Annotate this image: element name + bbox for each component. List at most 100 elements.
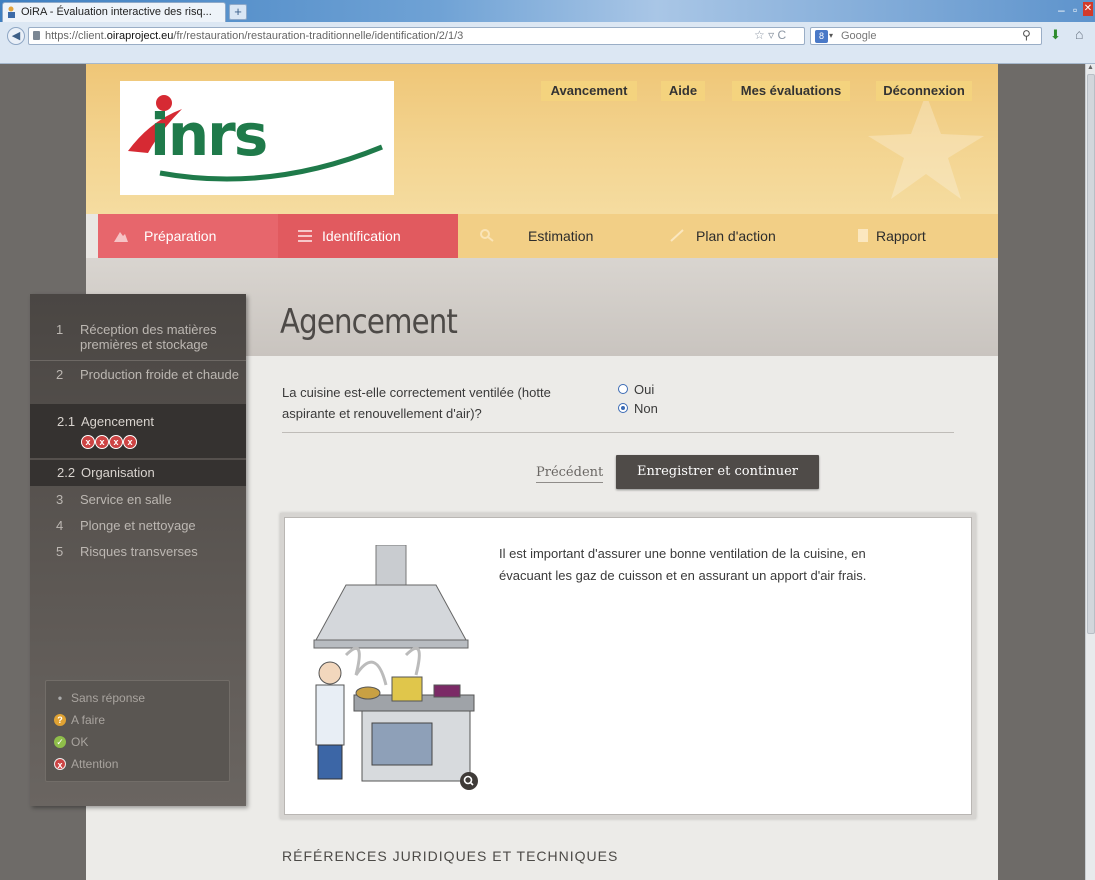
sidebar-item-label: Risques transverses: [80, 544, 198, 559]
radio-oui[interactable]: Oui: [618, 380, 658, 399]
sidebar-item-label: Plonge et nettoyage: [80, 518, 196, 533]
sidebar-navigation: 1 Réception des matières premières et st…: [30, 294, 246, 806]
address-bar[interactable]: https://client.oiraproject.eu/fr/restaur…: [28, 27, 805, 45]
bookmark-star-icon[interactable]: ☆ ▿ C: [754, 28, 786, 42]
sidebar-item-number: 5: [56, 544, 64, 559]
sidebar-item-service-en-salle[interactable]: 3 Service en salle: [30, 492, 246, 510]
answer-options: Oui Non: [618, 380, 658, 418]
sidebar-item-label: Agencement: [81, 414, 154, 429]
vertical-scrollbar[interactable]: ▲: [1085, 64, 1095, 880]
step-navigation: Préparation Identification Estimation Pl…: [98, 214, 998, 268]
divider: [282, 432, 954, 433]
sidebar-item-plonge[interactable]: 4 Plonge et nettoyage: [30, 518, 246, 536]
url-prefix: https://client.: [45, 30, 107, 42]
legend-item-a-faire: ? A faire: [54, 713, 105, 727]
legend-label: OK: [71, 735, 89, 749]
legend-label: Attention: [71, 757, 119, 771]
question-icon: ?: [54, 714, 66, 726]
search-engine-dropdown-icon[interactable]: ▾: [829, 28, 833, 44]
attention-icon: x: [81, 435, 95, 449]
legend-item-ok: ✓ OK: [54, 735, 88, 749]
step-identification[interactable]: Identification: [278, 214, 458, 268]
sidebar-item-label: Production froide et chaude: [80, 367, 239, 382]
sidebar-item-number: 2.2: [57, 465, 76, 480]
step-estimation[interactable]: Estimation: [458, 214, 638, 258]
logo-text: inrs: [150, 101, 266, 169]
attention-icon: x: [123, 435, 137, 449]
legend-item-sans-reponse: • Sans réponse: [54, 691, 145, 705]
attention-icon: x: [109, 435, 123, 449]
url-path: /fr/restauration/restauration-traditionn…: [173, 30, 464, 42]
sidebar-item-agencement[interactable]: 2.1 Agencement x x x x: [30, 404, 246, 458]
references-heading[interactable]: RÉFÉRENCES JURIDIQUES ET TECHNIQUES: [282, 848, 618, 864]
scrollbar-thumb[interactable]: [1087, 74, 1095, 634]
minimize-icon[interactable]: –: [1058, 2, 1065, 18]
page-title: Agencement: [280, 302, 458, 342]
home-icon[interactable]: ⌂: [1075, 26, 1083, 42]
save-and-continue-button[interactable]: Enregistrer et continuer: [616, 455, 819, 489]
info-panel: Il est important d'assurer une bonne ven…: [280, 513, 976, 819]
menu-aide[interactable]: Aide: [661, 81, 705, 101]
kitchen-hood-illustration[interactable]: [306, 544, 484, 791]
legend-label: Sans réponse: [71, 691, 146, 705]
restore-icon[interactable]: ▫: [1073, 2, 1077, 18]
question-text: La cuisine est-elle correctement ventilé…: [282, 385, 551, 421]
oira-favicon-icon: [8, 6, 15, 18]
sidebar-item-number: 3: [56, 492, 64, 507]
menu-mes-evaluations[interactable]: Mes évaluations: [732, 81, 850, 101]
menu-avancement[interactable]: Avancement: [541, 81, 637, 101]
search-magnifier-icon[interactable]: ⚲: [1022, 28, 1031, 42]
browser-tab[interactable]: OiRA - Évaluation interactive des risq..…: [2, 2, 226, 22]
attention-icon: x: [95, 435, 109, 449]
download-arrow-icon[interactable]: ⬇: [1050, 27, 1061, 43]
google-icon: 8: [815, 30, 828, 43]
sidebar-item-number: 2: [56, 367, 64, 382]
site-header: inrs Avancement Aide Mes évaluations Déc…: [86, 64, 998, 214]
new-tab-button[interactable]: +: [229, 4, 247, 20]
zoom-icon[interactable]: [460, 772, 478, 790]
reload-icon[interactable]: C: [777, 28, 786, 42]
pencil-icon: [670, 229, 684, 242]
scroll-up-icon[interactable]: ▲: [1087, 64, 1094, 71]
radio-non[interactable]: Non: [618, 399, 658, 418]
sidebar-item-label: Service en salle: [80, 492, 172, 507]
close-window-icon[interactable]: ✕: [1083, 2, 1093, 16]
sidebar-item-risques-transverses[interactable]: 5 Risques transverses: [30, 544, 246, 562]
back-arrow-icon[interactable]: ◀: [7, 27, 25, 45]
radio-circle-icon[interactable]: [618, 384, 628, 394]
step-label: Préparation: [144, 228, 217, 244]
sidebar-item-production[interactable]: 2 Production froide et chaude: [30, 367, 246, 401]
cross-icon: x: [54, 758, 66, 770]
menu-deconnexion[interactable]: Déconnexion: [876, 81, 972, 101]
radio-selected-icon[interactable]: [618, 403, 628, 413]
step-label: Identification: [322, 228, 401, 244]
step-plan-daction[interactable]: Plan d'action: [638, 214, 818, 258]
checklist-icon: [298, 230, 312, 242]
sidebar-item-label: Réception des matières premières et stoc…: [80, 322, 217, 352]
inrs-logo-image: inrs: [128, 95, 383, 182]
magnifier-icon: [480, 229, 494, 242]
browser-navbar: ◀ https://client.oiraproject.eu/fr/resta…: [0, 22, 1095, 64]
tab-title: OiRA - Évaluation interactive des risq..…: [21, 6, 212, 18]
inrs-logo[interactable]: inrs: [120, 81, 394, 195]
sidebar-item-number: 4: [56, 518, 64, 533]
step-label: Estimation: [528, 228, 594, 244]
previous-link[interactable]: Précédent: [536, 464, 604, 483]
bullet-icon: •: [57, 691, 63, 705]
search-engine-name: Google: [841, 30, 877, 42]
step-rapport[interactable]: Rapport: [818, 214, 998, 258]
status-legend: • Sans réponse ? A faire ✓ OK x Attentio…: [45, 680, 230, 782]
search-box[interactable]: 8 ▾ Google: [810, 27, 1042, 45]
step-label: Plan d'action: [696, 228, 776, 244]
sidebar-item-number: 1: [56, 322, 64, 337]
step-preparation[interactable]: Préparation: [98, 214, 278, 258]
radio-label: Non: [634, 401, 658, 416]
kitchen-illustration-image: [313, 544, 475, 782]
sidebar-item-organisation[interactable]: 2.2 Organisation: [30, 460, 246, 486]
sidebar-divider: [30, 360, 246, 361]
page-viewport: inrs Avancement Aide Mes évaluations Déc…: [0, 64, 1085, 880]
sidebar-item-number: 2.1: [57, 414, 76, 429]
mountain-icon: [114, 232, 128, 242]
radio-label: Oui: [634, 382, 655, 397]
sidebar-item-reception[interactable]: 1 Réception des matières premières et st…: [30, 322, 246, 356]
